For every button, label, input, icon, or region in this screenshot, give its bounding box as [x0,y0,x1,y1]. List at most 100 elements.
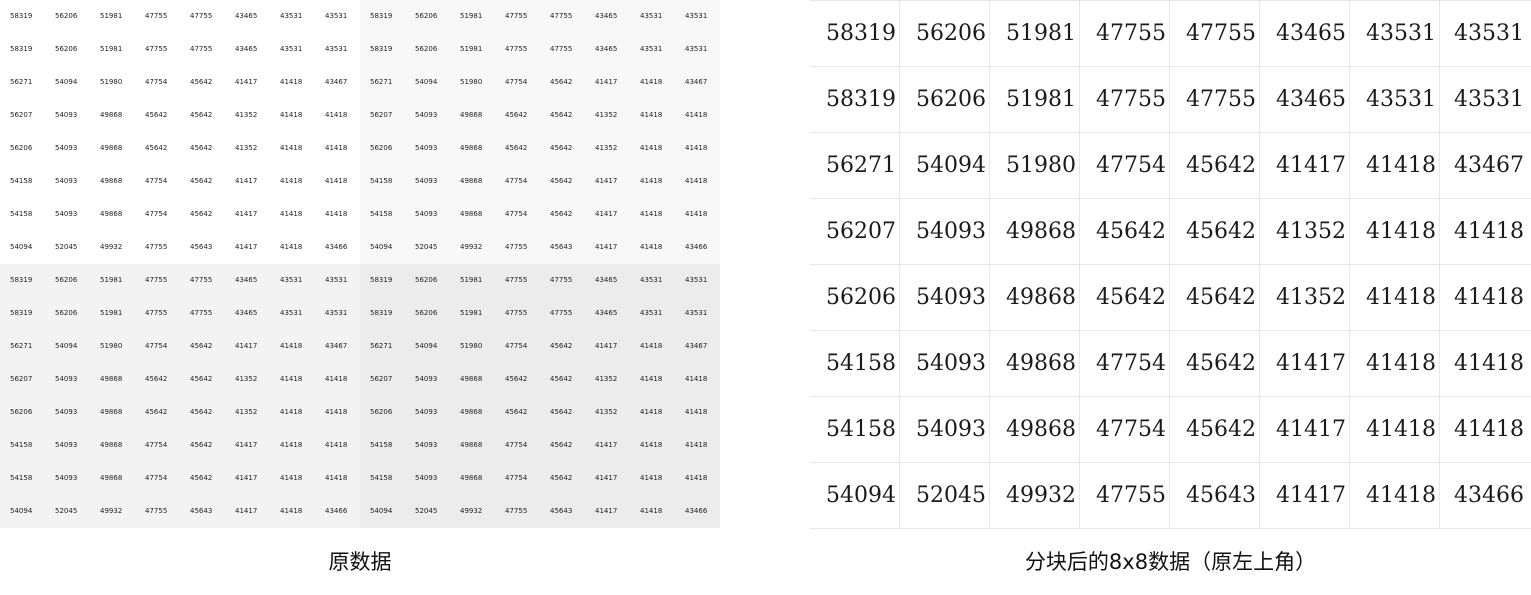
original-cell: 51981 [450,0,495,33]
original-cell: 41418 [315,363,360,396]
original-cell: 45642 [540,462,585,495]
original-cell: 47754 [135,330,180,363]
original-cell: 49868 [90,363,135,396]
block-8x8-grid: 58319 56206 51981 47755 47755 43465 43531 43531… [810,0,1531,529]
block-cell: 41417 [1260,463,1350,529]
block-cell: 49932 [990,463,1080,529]
original-cell: 41352 [585,363,630,396]
block-cell: 49868 [990,199,1080,265]
original-cell: 52045 [45,231,90,264]
block-cell: 45642 [1170,397,1260,463]
original-cell: 41417 [225,429,270,462]
original-cell: 43531 [675,297,720,330]
original-cell: 43531 [315,33,360,66]
original-cell: 45642 [495,99,540,132]
original-cell: 47754 [495,198,540,231]
original-cell: 56206 [405,33,450,66]
original-cell: 41418 [270,198,315,231]
original-cell: 45643 [540,495,585,528]
original-cell: 51980 [90,330,135,363]
original-cell: 43531 [270,33,315,66]
original-cell: 41418 [315,429,360,462]
block-cell: 43531 [1350,1,1440,67]
original-cell: 41417 [225,66,270,99]
original-cell: 41418 [630,132,675,165]
block-cell: 41418 [1440,265,1531,331]
original-cell: 56206 [360,132,405,165]
original-cell: 43467 [315,66,360,99]
original-cell: 54093 [405,198,450,231]
original-cell: 41418 [315,165,360,198]
original-cell: 41417 [225,165,270,198]
original-cell: 41418 [270,99,315,132]
original-cell: 56206 [45,0,90,33]
original-cell: 54158 [360,462,405,495]
original-cell: 41418 [630,165,675,198]
original-cell: 54158 [0,429,45,462]
original-cell: 41417 [585,429,630,462]
original-cell: 41352 [585,132,630,165]
original-cell: 41418 [630,363,675,396]
original-cell: 41418 [630,462,675,495]
original-data-grid: 58319 56206 51981 47755 47755 43465 43531 43531… [0,0,720,529]
block-cell: 54158 [810,397,900,463]
original-cell: 43466 [315,231,360,264]
original-cell: 47754 [135,462,180,495]
block-cell: 41418 [1440,397,1531,463]
original-cell: 51981 [90,0,135,33]
block-cell: 58319 [810,1,900,67]
original-cell: 41417 [585,330,630,363]
original-cell: 54093 [45,132,90,165]
original-cell: 54093 [405,165,450,198]
block-cell: 41418 [1350,265,1440,331]
original-cell: 54094 [405,330,450,363]
original-cell: 56206 [45,33,90,66]
original-cell: 47755 [180,0,225,33]
original-cell: 56206 [405,0,450,33]
original-cell: 43531 [630,0,675,33]
original-cell: 49932 [90,231,135,264]
original-cell: 43466 [675,495,720,528]
original-cell: 41352 [225,363,270,396]
original-cell: 51980 [90,66,135,99]
original-cell: 45642 [540,363,585,396]
block-cell: 47755 [1170,67,1260,133]
original-cell: 43531 [270,0,315,33]
original-cell: 45642 [180,429,225,462]
original-cell: 41418 [675,363,720,396]
original-cell: 41417 [225,231,270,264]
original-cell: 54158 [0,165,45,198]
original-cell: 41417 [585,198,630,231]
original-cell: 41418 [630,330,675,363]
block-cell: 45642 [1080,265,1170,331]
block-cell: 49868 [990,397,1080,463]
block-cell: 45642 [1080,199,1170,265]
original-cell: 41418 [270,66,315,99]
original-cell: 41417 [225,330,270,363]
original-cell: 49868 [90,198,135,231]
block-cell: 54094 [810,463,900,529]
original-cell: 51981 [90,297,135,330]
original-cell: 41418 [675,396,720,429]
original-cell: 54093 [405,99,450,132]
original-cell: 43531 [315,297,360,330]
original-cell: 43465 [585,297,630,330]
original-cell: 54093 [45,198,90,231]
original-cell: 43531 [630,264,675,297]
original-cell: 56206 [0,132,45,165]
original-cell: 41417 [225,495,270,528]
original-cell: 43531 [270,264,315,297]
block-cell: 43466 [1454,483,1524,508]
original-cell: 47755 [540,297,585,330]
original-cell: 45642 [135,99,180,132]
original-cell: 47755 [135,0,180,33]
original-data-caption: 原数据 [328,550,392,574]
original-cell: 41418 [270,165,315,198]
original-cell: 45643 [180,231,225,264]
original-cell: 54093 [405,132,450,165]
original-cell: 41417 [585,231,630,264]
original-cell: 54158 [0,462,45,495]
block-cell: 47754 [1080,133,1170,199]
block-cell: 45642 [1170,199,1260,265]
original-cell: 54093 [405,363,450,396]
